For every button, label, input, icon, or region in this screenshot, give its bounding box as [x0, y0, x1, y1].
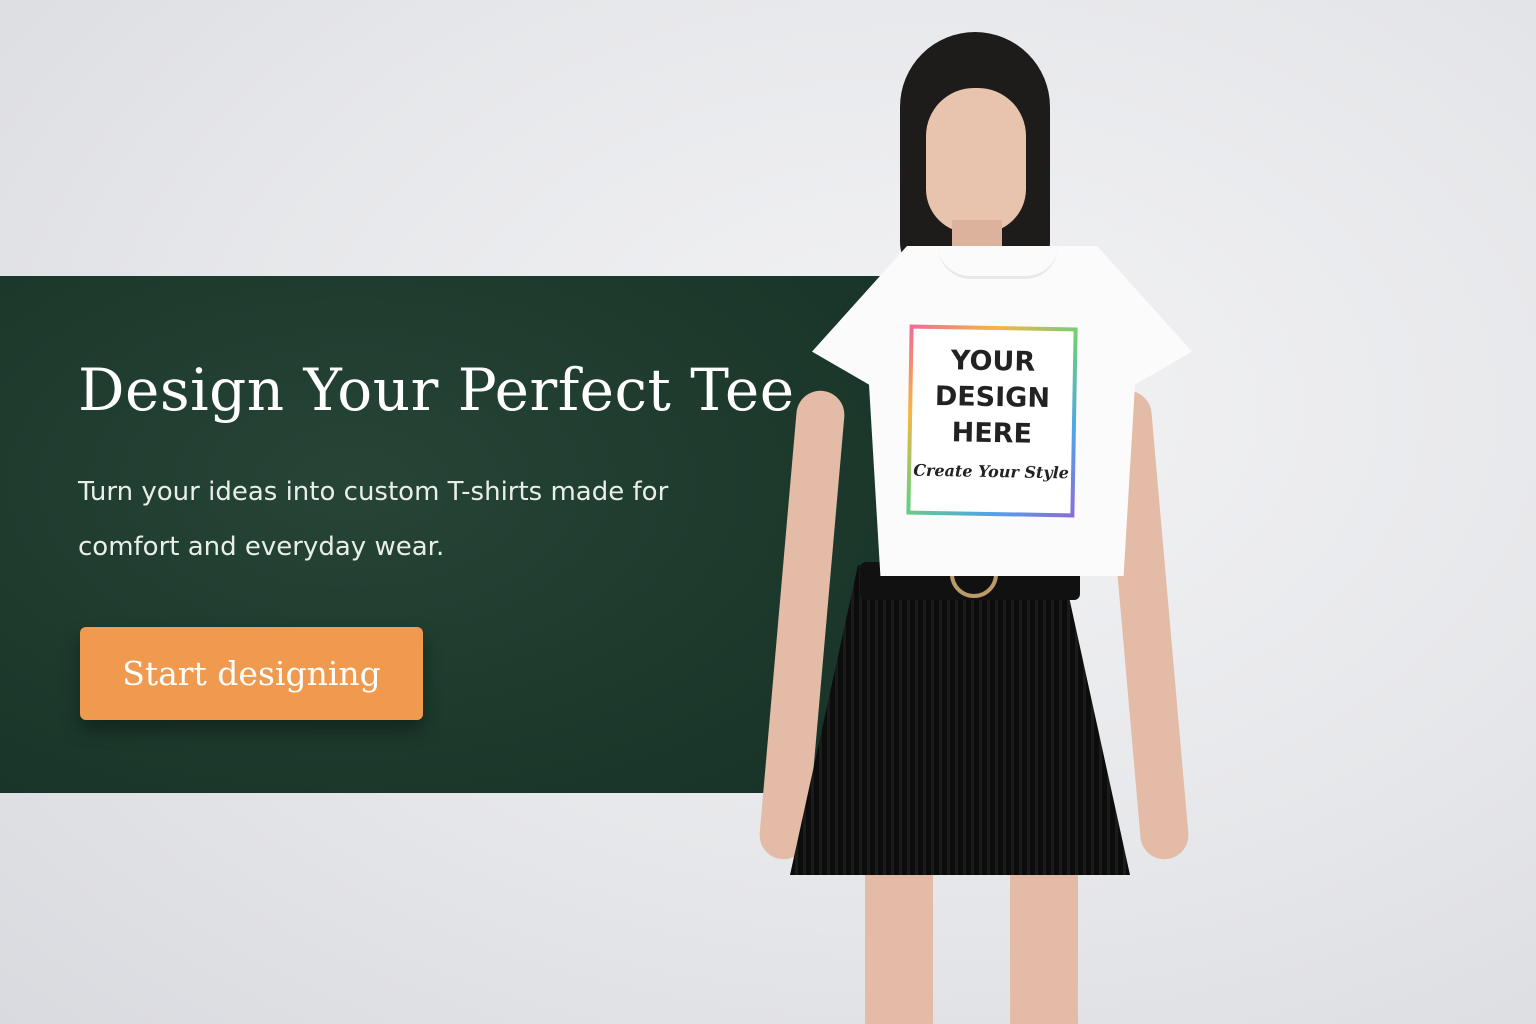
hero-banner: Design Your Perfect Tee Turn your ideas …	[0, 0, 1536, 1024]
model-face	[926, 88, 1026, 233]
shirt-print-line-2: DESIGN	[934, 381, 1051, 415]
hero-headline: Design Your Perfect Tee	[78, 356, 795, 424]
pleated-skirt	[790, 565, 1130, 875]
start-designing-button[interactable]: Start designing	[80, 627, 423, 720]
shirt-print-line-1: YOUR	[950, 345, 1036, 378]
shirt-print-tagline: Create Your Style	[913, 460, 1070, 483]
t-shirt-collar	[938, 246, 1058, 279]
shirt-print-line-3: HERE	[951, 417, 1033, 450]
shirt-print-inner: YOUR DESIGN HERE Create Your Style	[910, 328, 1074, 514]
model-photo: YOUR DESIGN HERE Create Your Style	[757, 30, 1210, 1024]
shirt-print: YOUR DESIGN HERE Create Your Style	[906, 324, 1078, 518]
hero-subtext: Turn your ideas into custom T-shirts mad…	[78, 477, 669, 562]
